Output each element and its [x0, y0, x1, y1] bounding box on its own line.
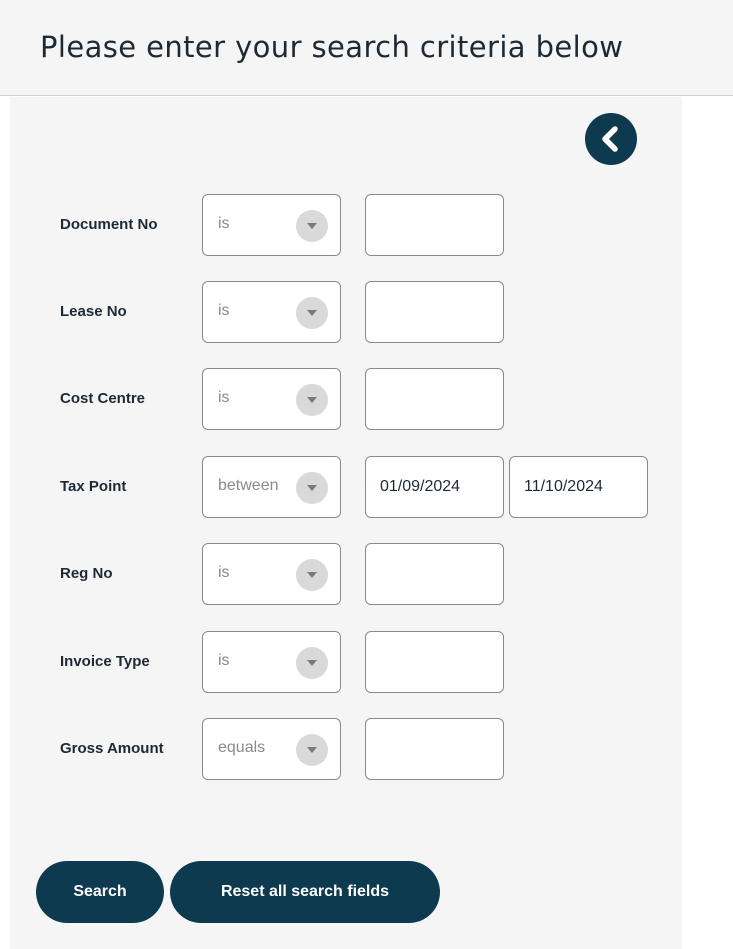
value-input[interactable]	[365, 281, 504, 343]
value-input[interactable]	[365, 194, 504, 256]
operator-value: is	[218, 302, 230, 319]
operator-select[interactable]: equals	[202, 718, 341, 780]
value-input[interactable]	[365, 631, 504, 693]
operator-value: equals	[218, 739, 266, 756]
criteria-row-lease-no: Lease No is	[0, 281, 733, 345]
reset-fields-button[interactable]: Reset all search fields	[170, 861, 440, 923]
value-input[interactable]	[365, 543, 504, 605]
operator-select[interactable]: is	[202, 631, 341, 693]
operator-value: is	[218, 652, 230, 669]
field-label: Gross Amount	[60, 740, 164, 757]
chevron-left-icon	[602, 126, 618, 152]
criteria-row-reg-no: Reg No is	[0, 543, 733, 607]
field-label: Cost Centre	[60, 390, 146, 407]
date-from-input[interactable]	[365, 456, 504, 518]
back-button[interactable]	[585, 113, 637, 165]
operator-select[interactable]: is	[202, 194, 341, 256]
operator-select[interactable]: is	[202, 368, 341, 430]
chevron-down-icon	[296, 647, 328, 679]
chevron-down-icon	[296, 210, 328, 242]
header: Please enter your search criteria below	[0, 0, 733, 96]
chevron-down-icon	[296, 297, 328, 329]
operator-select[interactable]: between	[202, 456, 341, 518]
operator-select[interactable]: is	[202, 281, 341, 343]
chevron-down-icon	[296, 472, 328, 504]
field-label: Document No	[60, 216, 158, 233]
field-label: Tax Point	[60, 478, 127, 495]
operator-value: is	[218, 215, 230, 232]
value-input[interactable]	[365, 368, 504, 430]
search-button[interactable]: Search	[36, 861, 164, 923]
chevron-down-icon	[296, 734, 328, 766]
criteria-row-tax-point: Tax Point between	[0, 456, 733, 520]
field-label: Invoice Type	[60, 653, 150, 670]
value-input[interactable]	[365, 718, 504, 780]
field-label: Reg No	[60, 565, 113, 582]
operator-select[interactable]: is	[202, 543, 341, 605]
page-title: Please enter your search criteria below	[40, 30, 624, 64]
criteria-row-invoice-type: Invoice Type is	[0, 631, 733, 695]
criteria-row-cost-centre: Cost Centre is	[0, 368, 733, 432]
chevron-down-icon	[296, 559, 328, 591]
chevron-down-icon	[296, 384, 328, 416]
date-to-input[interactable]	[509, 456, 648, 518]
operator-value: between	[218, 477, 279, 494]
field-label: Lease No	[60, 303, 127, 320]
operator-value: is	[218, 389, 230, 406]
criteria-row-document-no: Document No is	[0, 194, 733, 258]
criteria-row-gross-amount: Gross Amount equals	[0, 718, 733, 782]
operator-value: is	[218, 564, 230, 581]
